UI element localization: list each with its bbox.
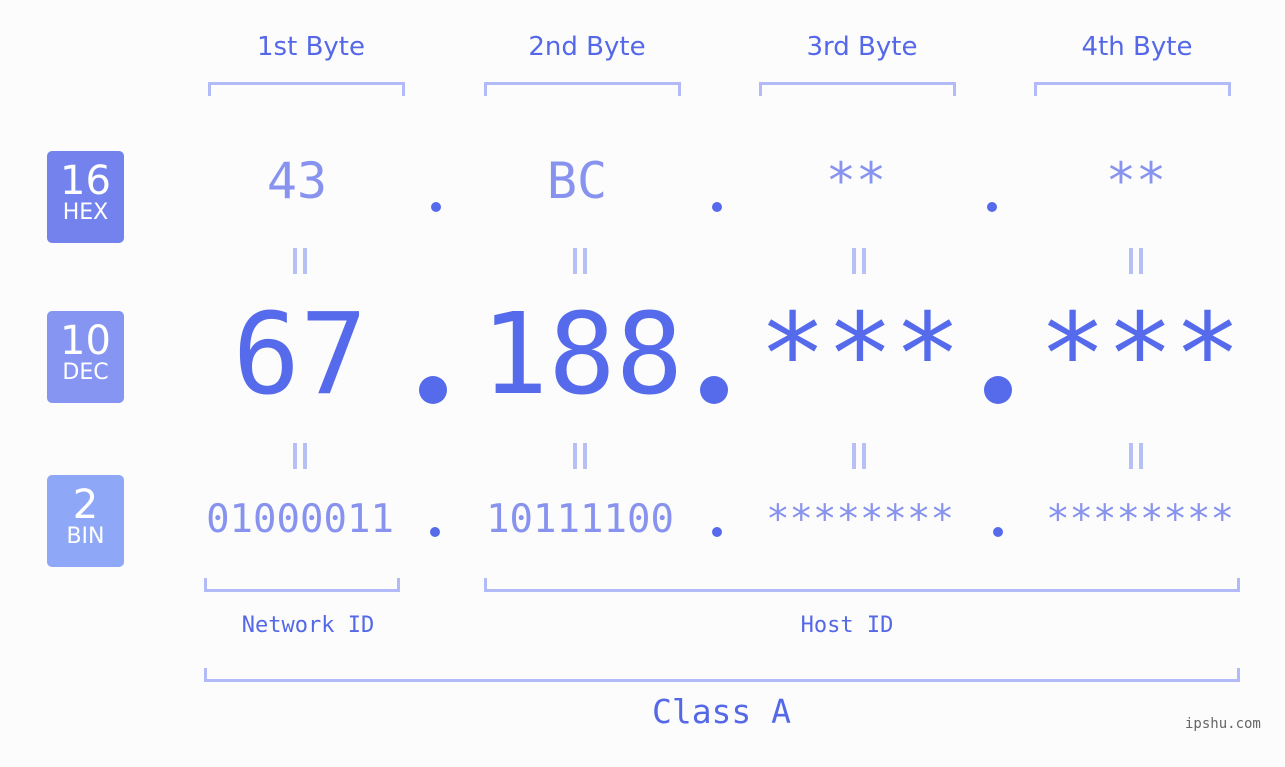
network-id-bracket	[204, 578, 400, 592]
network-id-label: Network ID	[241, 613, 375, 638]
hex-separator-dot	[431, 202, 441, 212]
hex-separator-dot	[987, 202, 997, 212]
host-id-label: Host ID	[800, 613, 894, 638]
equals-icon	[293, 248, 307, 274]
bin-separator-dot	[430, 527, 440, 537]
class-bracket	[204, 668, 1240, 682]
equals-icon	[1129, 443, 1143, 469]
hex-base-number: 16	[60, 158, 111, 204]
dec-value-4: ***	[1038, 290, 1242, 420]
host-id-bracket	[484, 578, 1240, 592]
equals-icon	[852, 248, 866, 274]
byte-bracket-4	[1034, 82, 1231, 96]
byte-label-1: 1st Byte	[257, 32, 365, 62]
hex-value-4: **	[1105, 152, 1167, 210]
bin-separator-dot	[712, 527, 722, 537]
byte-label-2: 2nd Byte	[528, 32, 646, 62]
bin-value-4: ********	[1046, 497, 1234, 542]
byte-label-3: 3rd Byte	[806, 32, 918, 62]
equals-icon	[1129, 248, 1143, 274]
bin-separator-dot	[993, 527, 1003, 537]
hex-badge: 16 HEX	[47, 151, 124, 243]
dec-base-label: DEC	[62, 360, 109, 385]
bin-base-label: BIN	[66, 524, 105, 549]
dec-value-3: ***	[758, 290, 962, 420]
bin-badge: 2 BIN	[47, 475, 124, 567]
bin-base-number: 2	[72, 482, 99, 528]
byte-bracket-1	[208, 82, 405, 96]
hex-value-2: BC	[546, 152, 608, 210]
byte-bracket-2	[484, 82, 681, 96]
bin-value-3: ********	[766, 497, 954, 542]
equals-icon	[573, 443, 587, 469]
dec-separator-dot	[984, 376, 1012, 404]
dec-badge: 10 DEC	[47, 311, 124, 403]
dec-value-2: 188	[480, 290, 684, 420]
dec-separator-dot	[419, 376, 447, 404]
ip-class-label: Class A	[651, 692, 792, 731]
hex-separator-dot	[712, 202, 722, 212]
equals-icon	[573, 248, 587, 274]
dec-separator-dot	[700, 376, 728, 404]
hex-value-3: **	[825, 152, 887, 210]
dec-base-number: 10	[60, 318, 111, 364]
hex-value-1: 43	[266, 152, 328, 210]
byte-label-4: 4th Byte	[1081, 32, 1193, 62]
watermark: ipshu.com	[1185, 716, 1261, 732]
bin-value-1: 01000011	[206, 497, 394, 542]
byte-bracket-3	[759, 82, 956, 96]
dec-value-1: 67	[232, 290, 368, 420]
equals-icon	[293, 443, 307, 469]
hex-base-label: HEX	[62, 200, 109, 225]
bin-value-2: 10111100	[486, 497, 674, 542]
equals-icon	[852, 443, 866, 469]
